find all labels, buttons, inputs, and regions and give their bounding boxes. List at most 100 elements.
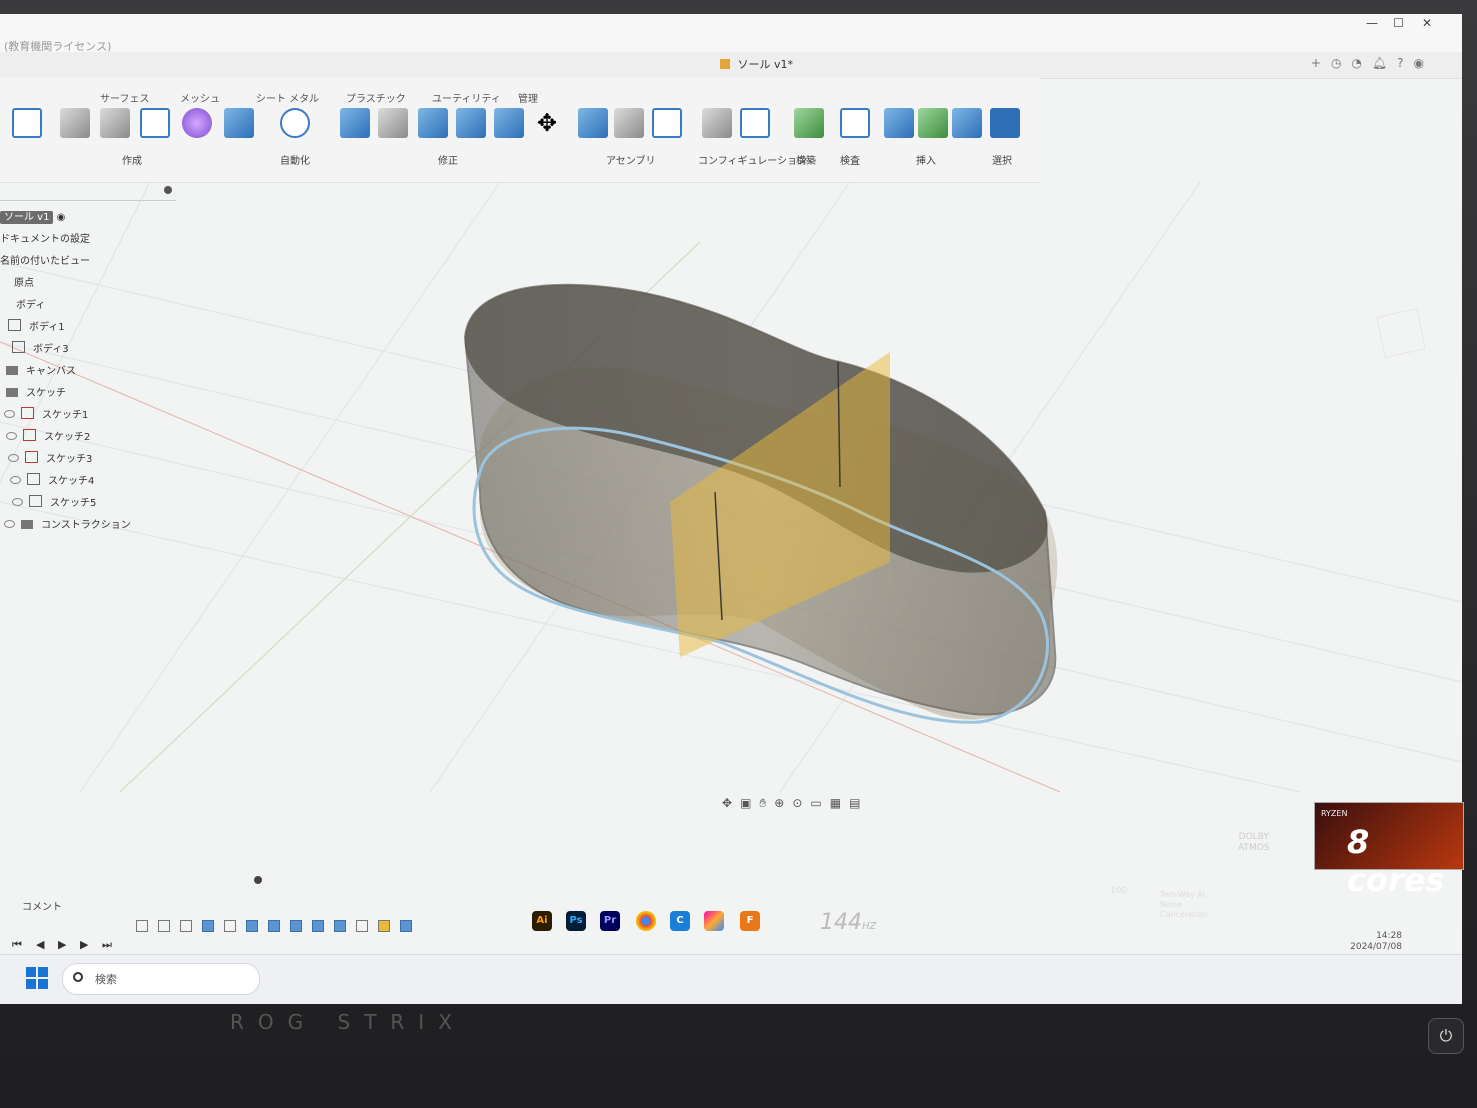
timeline-next-icon[interactable]: ▶	[80, 938, 88, 951]
chrome-app[interactable]	[636, 911, 656, 931]
orbit-icon[interactable]: ✥	[722, 796, 740, 810]
timeline-prev-icon[interactable]: ◀	[36, 938, 44, 951]
instagram-app[interactable]	[704, 911, 724, 931]
pan-icon[interactable]: ✋︎	[759, 796, 774, 810]
timeline-feature[interactable]	[202, 920, 214, 932]
look-at-icon[interactable]: ▣	[740, 796, 759, 810]
fusion-app[interactable]: F	[740, 911, 760, 931]
group-assemble[interactable]: アセンブリ	[606, 152, 656, 167]
create-sketch-icon[interactable]	[12, 108, 42, 138]
browser-item[interactable]: 名前の付いたビュー	[0, 252, 90, 267]
group-construct[interactable]: 構築	[796, 152, 816, 167]
select-icon[interactable]	[990, 108, 1020, 138]
browser-item-sketch1[interactable]: スケッチ1	[4, 406, 88, 421]
browser-item-construction[interactable]: コンストラクション	[4, 516, 131, 531]
notifications-icon[interactable]: 🔔︎	[1372, 56, 1397, 70]
canvas-icon[interactable]	[952, 108, 982, 138]
extrude-icon[interactable]	[60, 108, 90, 138]
tab-mesh[interactable]: メッシュ	[180, 90, 220, 105]
timeline-feature[interactable]	[290, 920, 302, 932]
eye-icon[interactable]	[12, 498, 23, 506]
browser-item-body1[interactable]: ボディ1	[8, 318, 65, 333]
automate-icon[interactable]	[280, 108, 310, 138]
tab-utilities[interactable]: ユーティリティ	[432, 90, 501, 105]
tab-manage[interactable]: 管理	[518, 90, 538, 105]
fillet-icon[interactable]	[378, 108, 408, 138]
timeline-feature[interactable]	[334, 920, 346, 932]
configure-icon[interactable]	[702, 108, 732, 138]
taskbar-search[interactable]: 検索	[62, 963, 260, 995]
browser-item-sketch2[interactable]: スケッチ2	[6, 428, 90, 443]
photoshop-app[interactable]: Ps	[566, 911, 586, 931]
group-insert[interactable]: 挿入	[916, 152, 936, 167]
start-button[interactable]	[26, 967, 48, 989]
eye-icon[interactable]	[4, 410, 15, 418]
browser-item[interactable]: 原点	[14, 274, 34, 289]
group-configure[interactable]: コンフィギュレーション	[698, 152, 807, 167]
config-table-icon[interactable]	[740, 108, 770, 138]
timeline-feature[interactable]	[158, 920, 170, 932]
minimize-button[interactable]: —	[1366, 16, 1378, 30]
group-inspect[interactable]: 検査	[840, 152, 860, 167]
group-create[interactable]: 作成	[122, 152, 142, 167]
viewcube[interactable]	[1376, 308, 1426, 358]
eye-icon[interactable]	[10, 476, 21, 484]
form-icon[interactable]	[182, 108, 212, 138]
add-comment-icon[interactable]	[254, 876, 262, 884]
browser-item-body3[interactable]: ボディ3	[12, 340, 69, 355]
document-tab[interactable]: ソール v1*	[720, 56, 793, 72]
timeline-feature[interactable]	[356, 920, 368, 932]
group-automate[interactable]: 自動化	[280, 152, 310, 167]
revolve-icon[interactable]	[100, 108, 130, 138]
close-button[interactable]: ✕	[1422, 16, 1432, 30]
3d-viewport[interactable]	[0, 181, 1462, 793]
browser-item[interactable]: ドキュメントの設定	[0, 230, 90, 245]
insert-derive-icon[interactable]	[884, 108, 914, 138]
timeline-marker[interactable]	[400, 920, 412, 932]
timeline-feature[interactable]	[312, 920, 324, 932]
group-select[interactable]: 選択	[992, 152, 1012, 167]
bom-icon[interactable]	[652, 108, 682, 138]
tab-plastic[interactable]: プラスチック	[346, 90, 406, 105]
browser-item-sketches[interactable]: スケッチ	[6, 384, 66, 399]
help-icon[interactable]: ?	[1397, 56, 1413, 70]
browser-item-sketch5[interactable]: スケッチ5	[12, 494, 96, 509]
avatar[interactable]: ◉	[1414, 56, 1434, 70]
browser-item-sketch3[interactable]: スケッチ3	[8, 450, 92, 465]
canva-app[interactable]: C	[670, 911, 690, 931]
offset-plane-icon[interactable]	[794, 108, 824, 138]
measure-icon[interactable]	[840, 108, 870, 138]
timeline-feature[interactable]	[246, 920, 258, 932]
insert-mesh-icon[interactable]	[918, 108, 948, 138]
timeline-feature[interactable]	[224, 920, 236, 932]
browser-item-sketch4[interactable]: スケッチ4	[10, 472, 94, 487]
timeline-feature[interactable]	[136, 920, 148, 932]
timeline-feature[interactable]	[378, 920, 390, 932]
browser-item-canvas[interactable]: キャンバス	[6, 362, 76, 377]
new-tab-icon[interactable]: +	[1311, 56, 1331, 70]
group-modify[interactable]: 修正	[438, 152, 458, 167]
power-button[interactable]: ⏻	[1428, 1018, 1464, 1054]
browser-item[interactable]: ボディ	[16, 296, 45, 311]
combine-icon[interactable]	[456, 108, 486, 138]
extensions-icon[interactable]: ◷	[1331, 56, 1351, 70]
timeline-feature[interactable]	[180, 920, 192, 932]
box-icon[interactable]	[224, 108, 254, 138]
timeline-last-icon[interactable]: ⏭	[102, 938, 112, 952]
timeline-play-icon[interactable]: ▶	[58, 938, 66, 951]
model-canvas[interactable]	[0, 181, 1462, 793]
browser-pin-icon[interactable]	[164, 186, 172, 194]
eye-icon[interactable]	[6, 432, 17, 440]
illustrator-app[interactable]: Ai	[532, 911, 552, 931]
press-pull-icon[interactable]	[340, 108, 370, 138]
eye-icon[interactable]	[4, 520, 15, 528]
new-component-icon[interactable]	[578, 108, 608, 138]
browser-root[interactable]: ソール v1 ◉	[0, 208, 65, 224]
tab-surface[interactable]: サーフェス	[100, 90, 149, 105]
job-status-icon[interactable]: ◔	[1351, 56, 1371, 70]
tab-sheet-metal[interactable]: シート メタル	[256, 90, 319, 105]
timeline-feature[interactable]	[268, 920, 280, 932]
shell-icon[interactable]	[418, 108, 448, 138]
joint-icon[interactable]	[614, 108, 644, 138]
split-body-icon[interactable]	[494, 108, 524, 138]
